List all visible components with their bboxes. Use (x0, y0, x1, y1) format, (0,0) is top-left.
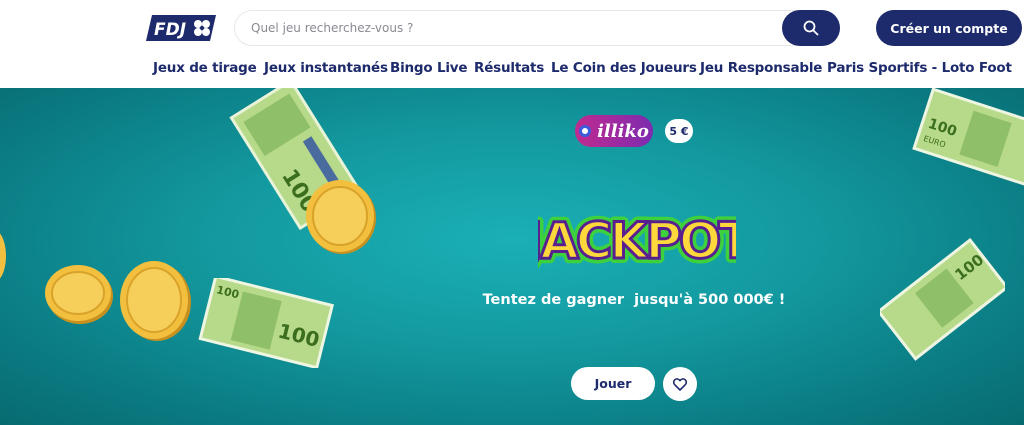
nav-item-jeu-responsable[interactable]: Jeu Responsable (700, 60, 822, 76)
main-nav: Jeux de tirage Jeux instantanés Bingo Li… (0, 60, 1024, 82)
create-account-button[interactable]: Créer un compte (876, 10, 1022, 46)
search-bar (234, 10, 840, 46)
illiko-logo: illiko (575, 115, 653, 147)
banknote-image: 100 EURO (912, 88, 1024, 188)
site-header: FDJ Créer un compte Jeux de tirage Jeux … (0, 0, 1024, 88)
illiko-dot-icon (579, 125, 592, 137)
search-input[interactable] (251, 11, 771, 45)
search-button[interactable] (782, 10, 840, 46)
fdj-logo-text: FDJ (154, 20, 186, 40)
heart-icon (673, 377, 687, 391)
nav-item-bingo-live[interactable]: Bingo Live (390, 60, 468, 76)
nav-item-paris-sportifs[interactable]: Paris Sportifs - Loto Foot (827, 60, 1012, 76)
nav-item-resultats[interactable]: Résultats (474, 60, 544, 76)
gold-coin-image (0, 233, 6, 279)
gold-coin-image (306, 180, 376, 254)
fdj-logo[interactable]: FDJ (146, 15, 216, 41)
illiko-logo-text: illiko (597, 120, 649, 142)
game-title-logo: JACKPOT JACKPOT (538, 207, 736, 275)
svg-text:JACKPOT: JACKPOT (538, 212, 736, 270)
hero-tagline: Tentez de gagner jusqu'à 500 000€ ! (482, 292, 786, 308)
search-icon (803, 20, 819, 36)
favorite-button[interactable] (663, 367, 697, 401)
nav-item-jeux-de-tirage[interactable]: Jeux de tirage (153, 60, 257, 76)
nav-item-coin-des-joueurs[interactable]: Le Coin des Joueurs (551, 60, 697, 76)
price-badge: 5 € (665, 119, 693, 143)
play-button[interactable]: Jouer (571, 367, 655, 400)
nav-item-jeux-instantanes[interactable]: Jeux instantanés (264, 60, 388, 76)
hero-banner[interactable]: 100 100 100 100 EURO 100 illiko 5 € ACKP… (0, 88, 1024, 425)
